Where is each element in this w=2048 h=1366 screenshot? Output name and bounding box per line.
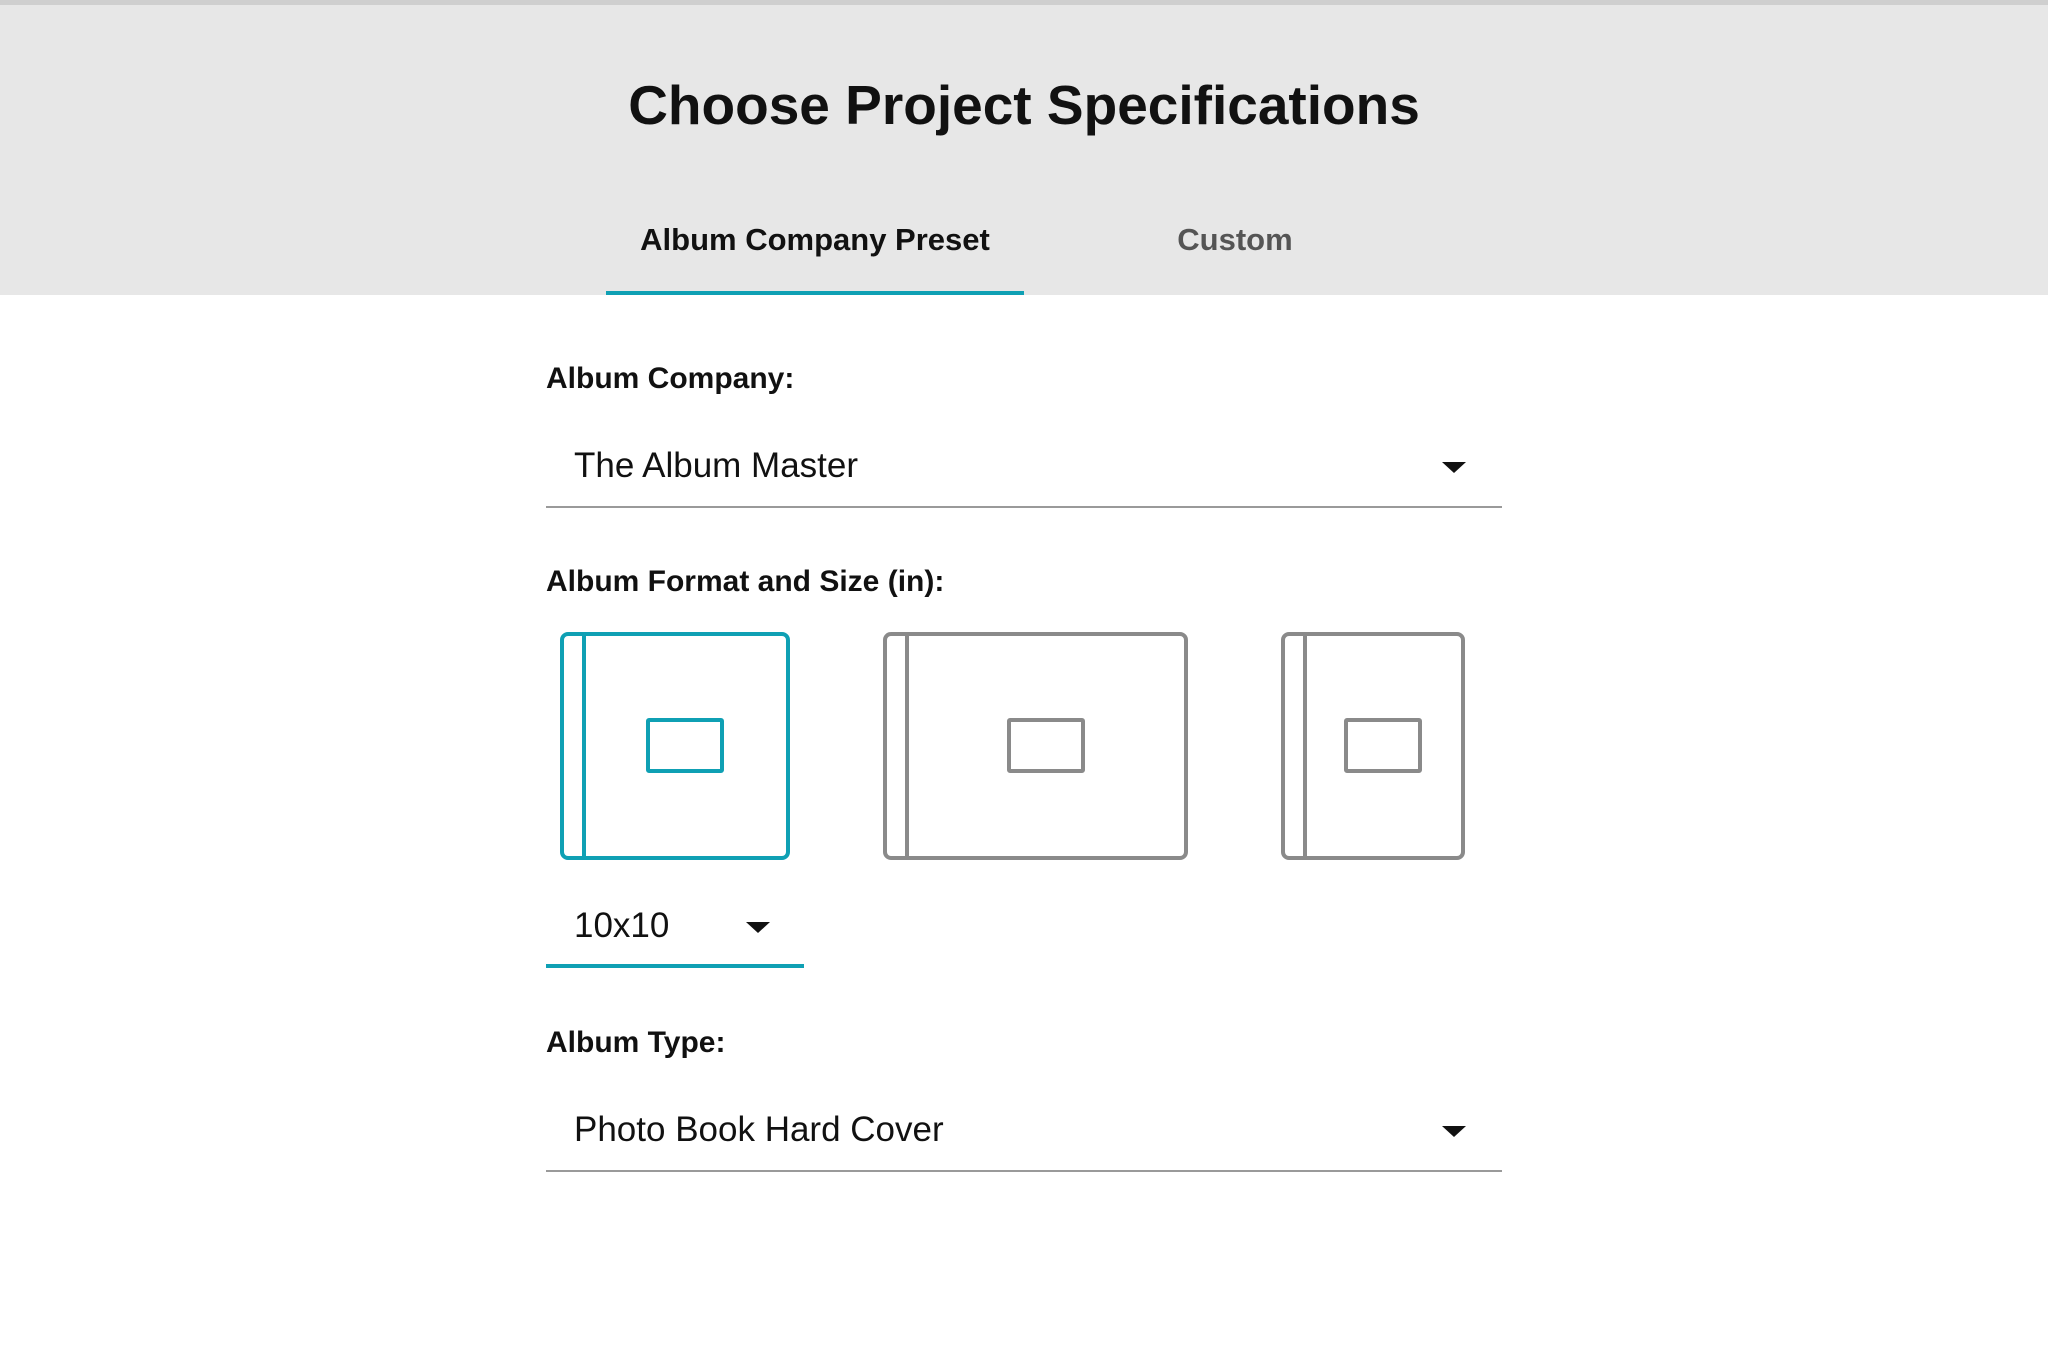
caret-down-icon: [1442, 1126, 1466, 1137]
caret-down-icon: [746, 922, 770, 933]
album-spine: [1303, 636, 1307, 856]
tab-album-company-preset[interactable]: Album Company Preset: [606, 200, 1024, 295]
album-spine: [905, 636, 909, 856]
landscape-album-option[interactable]: [883, 632, 1188, 860]
active-tab-indicator: [606, 291, 1024, 295]
album-type-value: Photo Book Hard Cover: [574, 1110, 944, 1149]
album-company-value: The Album Master: [574, 446, 858, 485]
album-type-select[interactable]: Photo Book Hard Cover: [546, 1096, 1502, 1172]
album-company-label: Album Company:: [546, 362, 795, 395]
header: Choose Project Specifications: [0, 5, 2048, 295]
album-format-label: Album Format and Size (in):: [546, 565, 945, 598]
tab-custom[interactable]: Custom: [1140, 200, 1330, 295]
album-company-select[interactable]: The Album Master: [546, 432, 1502, 508]
album-size-value: 10x10: [574, 906, 670, 945]
album-size-select[interactable]: 10x10: [546, 892, 804, 968]
portrait-album-icon: [1344, 718, 1422, 773]
square-album-option[interactable]: [560, 632, 790, 860]
portrait-album-option[interactable]: [1281, 632, 1465, 860]
album-spine: [582, 636, 586, 856]
album-type-label: Album Type:: [546, 1026, 726, 1059]
page-title: Choose Project Specifications: [628, 74, 1420, 136]
caret-down-icon: [1442, 462, 1466, 473]
landscape-album-icon: [1007, 718, 1085, 773]
square-album-icon: [646, 718, 724, 773]
